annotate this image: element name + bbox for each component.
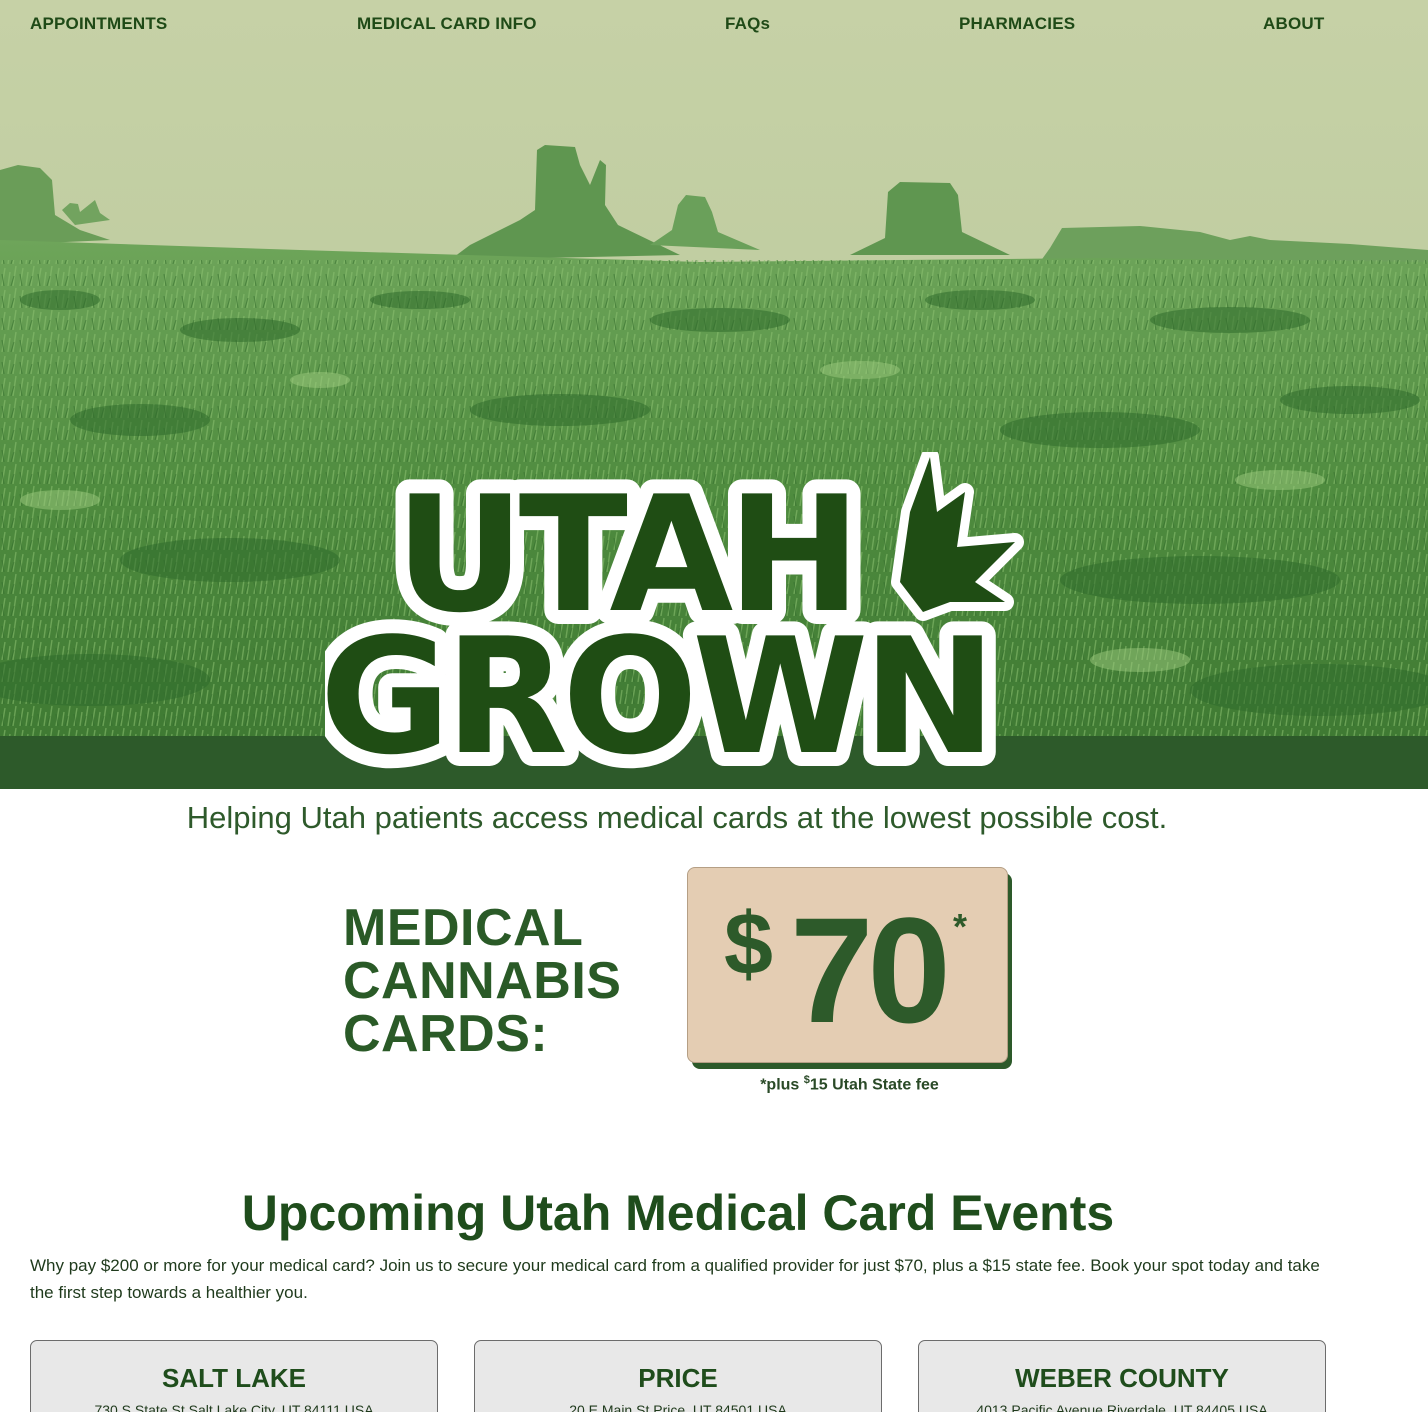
cards-heading-line-2: CANNABIS	[343, 952, 622, 1010]
cards-heading-line-1: MEDICAL	[343, 899, 584, 957]
price-amount: 70	[790, 886, 951, 1054]
event-card-salt-lake[interactable]: SALT LAKE 730 S State St Salt Lake City,…	[30, 1340, 438, 1412]
nav-pharmacies[interactable]: PHARMACIES	[959, 14, 1075, 34]
events-title: Upcoming Utah Medical Card Events	[241, 1185, 1115, 1241]
utah-grown-logo: UTAH GROWN UTAH GROWN	[306, 447, 1025, 804]
cannabis-leaf-icon	[891, 448, 1024, 621]
price-asterisk: *	[953, 906, 968, 947]
event-location-name: WEBER COUNTY	[1015, 1363, 1229, 1393]
cards-heading-line-3: CARDS:	[343, 1005, 549, 1063]
event-location-name: SALT LAKE	[162, 1363, 306, 1393]
event-location-address: 730 S State St Salt Lake City, UT 84111 …	[94, 1402, 374, 1412]
state-fee-suffix: 15 Utah State fee	[809, 1076, 939, 1094]
event-card-price[interactable]: PRICE 20 E Main St Price, UT 84501 USA	[474, 1340, 882, 1412]
event-location-name: PRICE	[638, 1363, 718, 1393]
state-fee-prefix: *plus	[760, 1076, 804, 1094]
nav-faqs[interactable]: FAQs	[725, 14, 770, 34]
event-location-address: 4013 Pacific Avenue Riverdale, UT 84405 …	[976, 1402, 1268, 1412]
tagline: Helping Utah patients access medical car…	[186, 800, 1168, 835]
cards-heading: MEDICAL CANNABIS CARDS:	[343, 902, 663, 1061]
price-dollar-sign: $	[724, 894, 773, 993]
events-description: Why pay $200 or more for your medical ca…	[30, 1256, 1320, 1302]
state-fee-note: *plus $15 Utah State fee	[687, 1074, 1012, 1094]
event-card-weber-county[interactable]: WEBER COUNTY 4013 Pacific Avenue Riverda…	[918, 1340, 1326, 1412]
utah-grown-logo-graphic: UTAH GROWN UTAH GROWN	[306, 447, 1024, 804]
nav-medical-card-info[interactable]: MEDICAL CARD INFO	[357, 14, 537, 34]
top-navigation: APPOINTMENTS MEDICAL CARD INFO FAQs PHAR…	[0, 0, 1428, 52]
event-location-address: 20 E Main St Price, UT 84501 USA	[569, 1402, 787, 1412]
logo-word-grown: GROWN	[325, 603, 990, 782]
nav-about[interactable]: ABOUT	[1263, 14, 1324, 34]
nav-appointments[interactable]: APPOINTMENTS	[30, 14, 167, 34]
